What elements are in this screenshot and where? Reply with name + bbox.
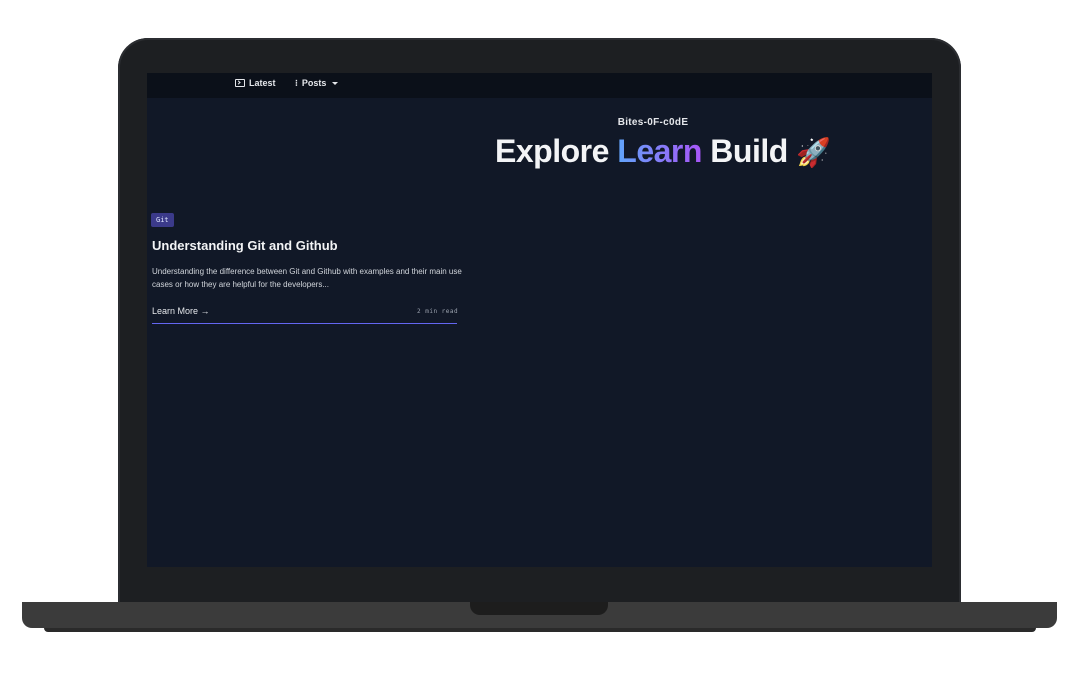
hero-word-explore: Explore — [495, 133, 609, 169]
caret-down-icon — [332, 81, 339, 85]
nav-posts-label: Posts — [301, 78, 327, 88]
post-title[interactable]: Understanding Git and Github — [152, 238, 338, 253]
hero-word-learn: Learn — [617, 133, 702, 169]
nav-latest-label: Latest — [249, 78, 276, 88]
nav-latest-link[interactable]: Latest — [235, 75, 276, 91]
list-icon: ⁝ — [295, 78, 298, 88]
laptop-notch — [470, 602, 608, 615]
rocket-icon: 🚀 — [796, 137, 831, 168]
terminal-icon — [235, 79, 245, 87]
laptop-base-shadow — [44, 628, 1036, 632]
site-name: Bites-0F-c0dE — [617, 117, 689, 128]
card-underline — [152, 323, 457, 324]
nav-posts-dropdown[interactable]: ⁝ Posts — [295, 75, 339, 91]
post-description: Understanding the difference between Git… — [152, 267, 462, 289]
post-tag[interactable]: Git — [151, 213, 174, 227]
hero-word-build: Build — [710, 133, 788, 169]
top-navbar: Latest ⁝ Posts — [147, 73, 932, 98]
hero-headline: Explore Learn Build 🚀 — [495, 133, 831, 170]
browser-screen: Latest ⁝ Posts Bites-0F-c0dE Explore Lea… — [147, 73, 932, 567]
read-time: 2 min read — [417, 308, 459, 315]
learn-more-link[interactable]: Learn More → — [152, 306, 210, 316]
